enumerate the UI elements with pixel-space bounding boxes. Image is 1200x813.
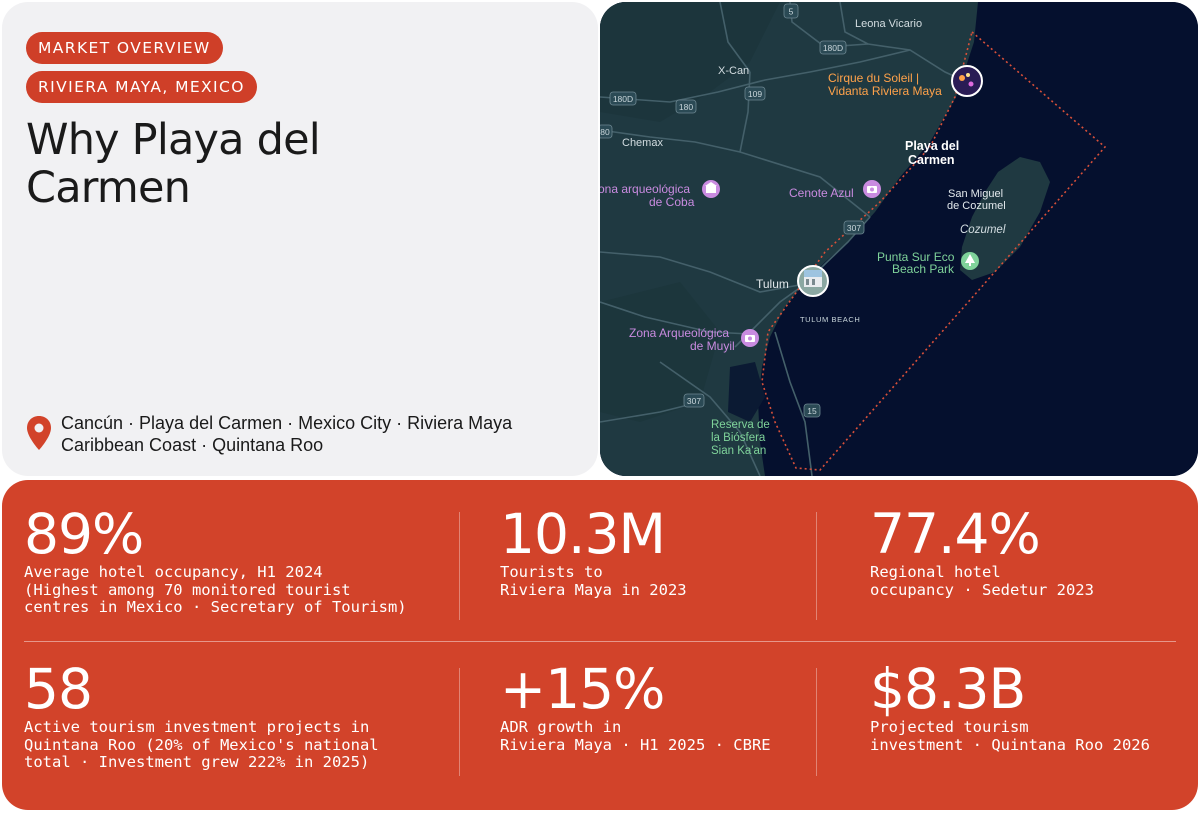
road-shield-307-b: 307 bbox=[683, 393, 705, 408]
location-text: Cancún · Playa del Carmen · Mexico City … bbox=[61, 412, 581, 456]
label-leona-vicario: Leona Vicario bbox=[855, 18, 922, 30]
stat-investment-value: $8.3B bbox=[870, 657, 1026, 721]
label-cenote-azul: Cenote Azul bbox=[789, 186, 854, 200]
stat-occupancy-value: 89% bbox=[24, 502, 144, 566]
label-tulum: Tulum bbox=[756, 277, 789, 291]
road-shield-307-a: 307 bbox=[843, 220, 865, 235]
label-punta-sur-2: Beach Park bbox=[892, 262, 955, 276]
svg-text:5: 5 bbox=[789, 7, 794, 17]
divider-horizontal bbox=[24, 641, 1176, 642]
cenote-camera-icon[interactable] bbox=[863, 180, 881, 198]
intro-card: MARKET OVERVIEW RIVIERA MAYA, MEXICO Why… bbox=[2, 2, 598, 476]
stat-adr-label: ADR growth in Riviera Maya · H1 2025 · C… bbox=[500, 718, 771, 754]
coba-museum-icon[interactable] bbox=[702, 180, 720, 198]
label-coba-2: de Coba bbox=[649, 195, 695, 209]
stat-regional-value: 77.4% bbox=[870, 502, 1041, 566]
stat-tourists: 10.3M Tourists to Riviera Maya in 2023 bbox=[500, 504, 930, 599]
stat-tourists-label: Tourists to Riviera Maya in 2023 bbox=[500, 563, 687, 599]
location-line-1: Cancún · Playa del Carmen · Mexico City … bbox=[61, 413, 513, 433]
label-muyil-1: Zona Arqueológica bbox=[629, 326, 729, 340]
map-panel[interactable]: 5 180D 180D 180 109 80 307 307 15 Leona … bbox=[600, 2, 1198, 476]
location-pin-icon bbox=[27, 416, 51, 450]
svg-text:180: 180 bbox=[679, 102, 693, 112]
road-shield-109: 109 bbox=[744, 86, 766, 101]
label-chemax: Chemax bbox=[622, 137, 663, 149]
label-san-miguel-2: de Cozumel bbox=[947, 200, 1006, 212]
stat-investment-label: Projected tourism investment · Quintana … bbox=[870, 718, 1150, 754]
label-reserva-2: la Biósfera bbox=[711, 432, 766, 444]
stat-adr-value: +15% bbox=[500, 657, 665, 721]
svg-text:180D: 180D bbox=[823, 43, 843, 53]
stat-occupancy-label: Average hotel occupancy, H1 2024 (Highes… bbox=[24, 563, 407, 616]
stat-regional-label: Regional hotel occupancy · Sedetur 2023 bbox=[870, 563, 1094, 599]
svg-text:109: 109 bbox=[748, 89, 762, 99]
muyil-camera-icon[interactable] bbox=[741, 329, 759, 347]
road-shield-180: 180 bbox=[675, 99, 697, 114]
label-reserva-3: Sian Ka'an bbox=[711, 445, 766, 457]
road-shield-15: 15 bbox=[803, 403, 821, 418]
stat-projects-value: 58 bbox=[24, 657, 93, 721]
svg-text:15: 15 bbox=[807, 406, 817, 416]
label-san-miguel-1: San Miguel bbox=[948, 188, 1003, 200]
label-cozumel: Cozumel bbox=[960, 224, 1006, 236]
stat-tourists-value: 10.3M bbox=[500, 502, 666, 566]
stat-adr: +15% ADR growth in Riviera Maya · H1 202… bbox=[500, 659, 930, 754]
page-title: Why Playa del Carmen bbox=[26, 115, 321, 213]
svg-text:80: 80 bbox=[600, 127, 610, 137]
svg-text:307: 307 bbox=[847, 223, 861, 233]
svg-text:180D: 180D bbox=[613, 94, 633, 104]
road-shield-180d-a: 180D bbox=[819, 40, 847, 55]
road-shield-5: 5 bbox=[783, 3, 799, 19]
label-tulum-beach: TULUM BEACH bbox=[800, 315, 860, 324]
cirque-photo-marker[interactable] bbox=[951, 65, 983, 97]
label-cirque-1: Cirque du Soleil | bbox=[828, 71, 919, 85]
stat-investment: $8.3B Projected tourism investment · Qui… bbox=[870, 659, 1190, 754]
label-coba-1: ona arqueológica bbox=[600, 182, 690, 196]
stat-projects: 58 Active tourism investment projects in… bbox=[24, 659, 454, 772]
divider-vertical-2 bbox=[816, 512, 817, 620]
location-line-2: Caribbean Coast · Quintana Roo bbox=[61, 435, 324, 455]
divider-vertical-3 bbox=[459, 668, 460, 776]
divider-vertical-1 bbox=[459, 512, 460, 620]
road-shield-180d-b: 180D bbox=[609, 91, 637, 106]
map-canvas[interactable]: 5 180D 180D 180 109 80 307 307 15 Leona … bbox=[600, 2, 1198, 476]
stat-regional-occupancy: 77.4% Regional hotel occupancy · Sedetur… bbox=[870, 504, 1190, 599]
stat-occupancy: 89% Average hotel occupancy, H1 2024 (Hi… bbox=[24, 504, 454, 617]
stats-panel: 89% Average hotel occupancy, H1 2024 (Hi… bbox=[2, 480, 1198, 810]
market-overview-tag: MARKET OVERVIEW bbox=[26, 32, 223, 64]
label-cirque-2: Vidanta Riviera Maya bbox=[828, 84, 942, 98]
label-playa-del-carmen-2: Carmen bbox=[908, 153, 955, 167]
label-playa-del-carmen-1: Playa del bbox=[905, 139, 959, 153]
region-tag: RIVIERA MAYA, MEXICO bbox=[26, 71, 257, 103]
svg-text:307: 307 bbox=[687, 396, 701, 406]
tulum-photo-marker[interactable] bbox=[797, 265, 829, 297]
road-shield-80: 80 bbox=[600, 124, 613, 139]
label-x-can: X-Can bbox=[718, 65, 749, 77]
label-reserva-1: Reserva de bbox=[711, 419, 770, 431]
stat-projects-label: Active tourism investment projects in Qu… bbox=[24, 718, 379, 771]
label-muyil-2: de Muyil bbox=[690, 339, 735, 353]
park-tree-icon[interactable] bbox=[961, 252, 979, 270]
